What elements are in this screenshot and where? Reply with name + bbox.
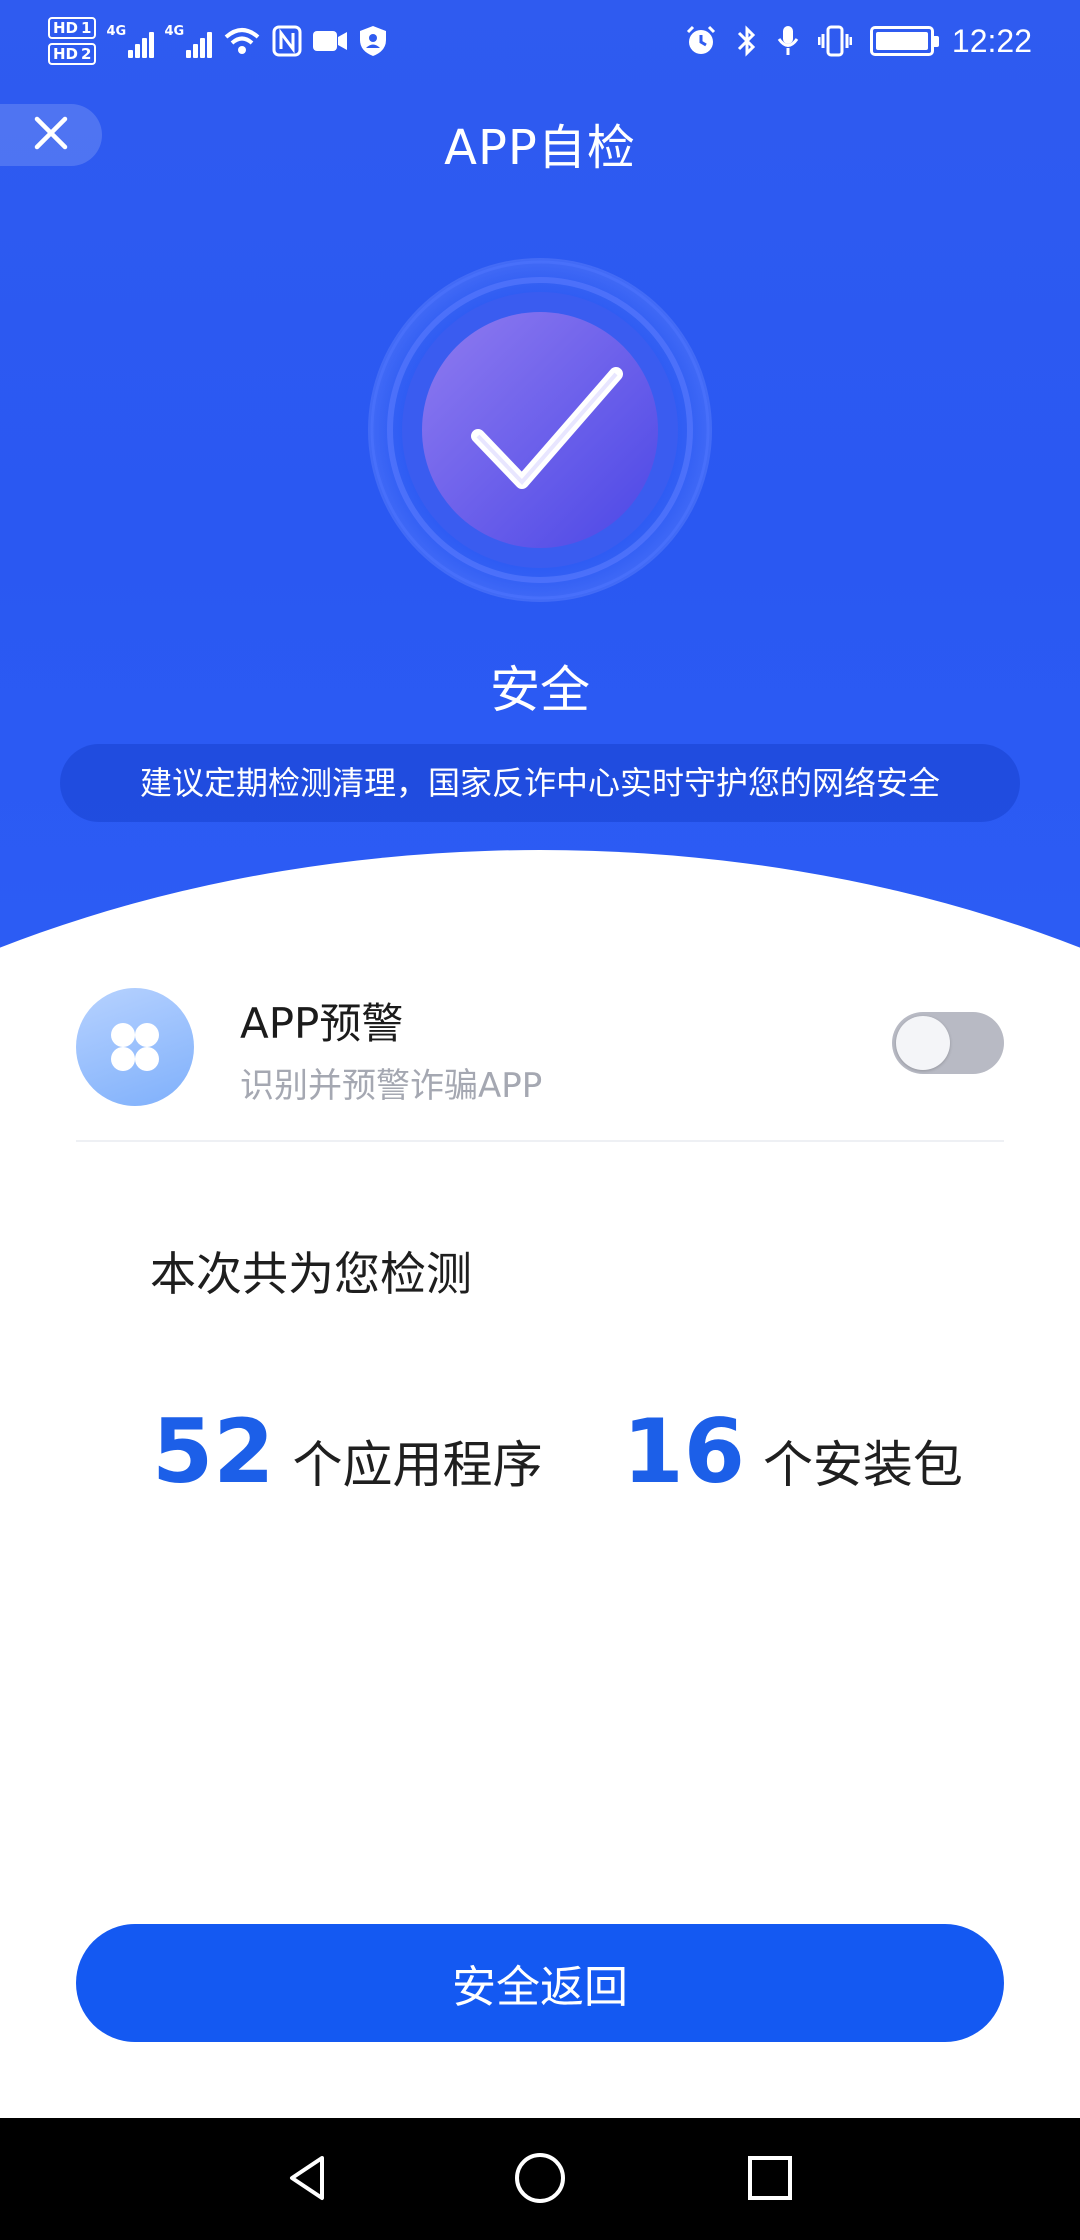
video-icon: [312, 27, 348, 55]
battery-charging-icon: [869, 26, 939, 56]
bluetooth-icon: [736, 24, 758, 58]
alarm-icon: [684, 24, 718, 58]
app-warning-row: APP预警 识别并预警诈骗APP: [76, 980, 1004, 1140]
system-nav-bar: [0, 2118, 1080, 2240]
security-status: 安全: [490, 661, 590, 719]
microphone-icon: [776, 24, 800, 58]
wifi-icon: [222, 25, 262, 57]
packages-count: 16: [622, 1400, 745, 1503]
status-bar: HD 1 HD 2 4G 4G 12:22: [0, 0, 1080, 80]
home-icon[interactable]: [508, 2146, 572, 2210]
app-grid-icon: [76, 988, 194, 1106]
hero-curve: [0, 850, 1080, 960]
apps-unit: 个应用程序: [292, 1436, 543, 1494]
toggle-knob: [896, 1016, 950, 1070]
shield-user-icon: [358, 24, 388, 58]
hd-badge-1: HD 1: [48, 17, 97, 39]
divider: [76, 1140, 1004, 1142]
nfc-icon: [272, 25, 302, 57]
check-badge: [360, 250, 720, 610]
status-right: 12:22: [684, 14, 1032, 68]
warning-title: APP预警: [240, 999, 404, 1048]
security-tip: 建议定期检测清理，国家反诈中心实时守护您的网络安全: [60, 744, 1020, 822]
status-left: HD 1 HD 2 4G 4G: [48, 14, 388, 68]
recents-icon[interactable]: [738, 2146, 802, 2210]
app-warning-toggle[interactable]: [892, 1012, 1004, 1074]
clock: 12:22: [951, 22, 1032, 59]
warning-subtitle: 识别并预警诈骗APP: [240, 1066, 543, 1106]
scan-caption: 本次共为您检测: [150, 1247, 472, 1301]
hd-indicators: HD 1 HD 2: [48, 17, 97, 65]
signal-icon: 4G: [106, 24, 155, 58]
packages-unit: 个安装包: [762, 1436, 963, 1494]
page-title: APP自检: [444, 120, 636, 176]
vibrate-icon: [817, 24, 852, 58]
signal-icon: 4G: [164, 24, 213, 58]
safe-return-button[interactable]: 安全返回: [76, 1924, 1004, 2042]
hd-badge-2: HD 2: [48, 43, 97, 65]
apps-count: 52: [152, 1400, 275, 1503]
back-icon[interactable]: [276, 2146, 340, 2210]
check-icon: [368, 258, 712, 602]
scan-stats: 52 个应用程序 16 个安装包: [152, 1400, 963, 1503]
